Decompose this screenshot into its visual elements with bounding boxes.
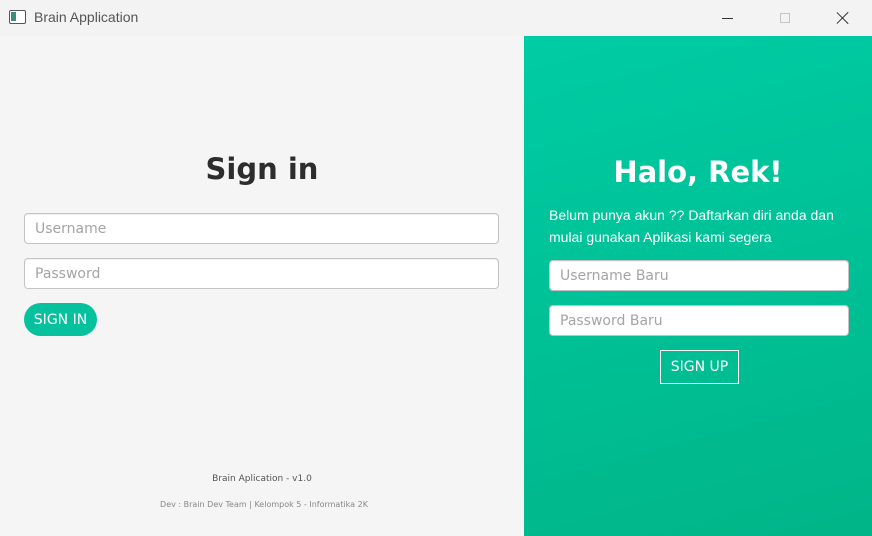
minimize-button[interactable] [698, 0, 756, 36]
window-title: Brain Application [34, 9, 139, 25]
close-button[interactable] [814, 0, 872, 36]
password-input[interactable] [24, 258, 499, 289]
sign-in-button[interactable]: SIGN IN [24, 303, 97, 336]
sign-up-button[interactable]: SIGN UP [660, 350, 739, 384]
username-input[interactable] [24, 213, 499, 244]
developer-credit: Dev : Brain Dev Team | Kelompok 5 - Info… [160, 500, 368, 509]
minimize-icon [721, 17, 733, 19]
sign-in-panel: Sign in SIGN IN Brain Aplication - v1.0 … [0, 36, 524, 536]
sign-up-invitation: Belum punya akun ?? Daftarkan diri anda … [549, 207, 834, 245]
title-bar[interactable]: Brain Application [0, 0, 872, 36]
new-username-input[interactable] [549, 260, 849, 291]
sign-up-panel: Halo, Rek! Belum punya akun ?? Daftarkan… [524, 36, 872, 536]
app-version-label: Brain Aplication - v1.0 [212, 474, 312, 484]
app-window-icon [9, 10, 26, 24]
sign-in-title: Sign in [205, 152, 319, 186]
close-icon [836, 11, 850, 25]
maximize-button[interactable] [756, 0, 814, 36]
greeting-title: Halo, Rek! [613, 155, 783, 189]
maximize-icon [780, 13, 790, 23]
new-password-input[interactable] [549, 305, 849, 336]
